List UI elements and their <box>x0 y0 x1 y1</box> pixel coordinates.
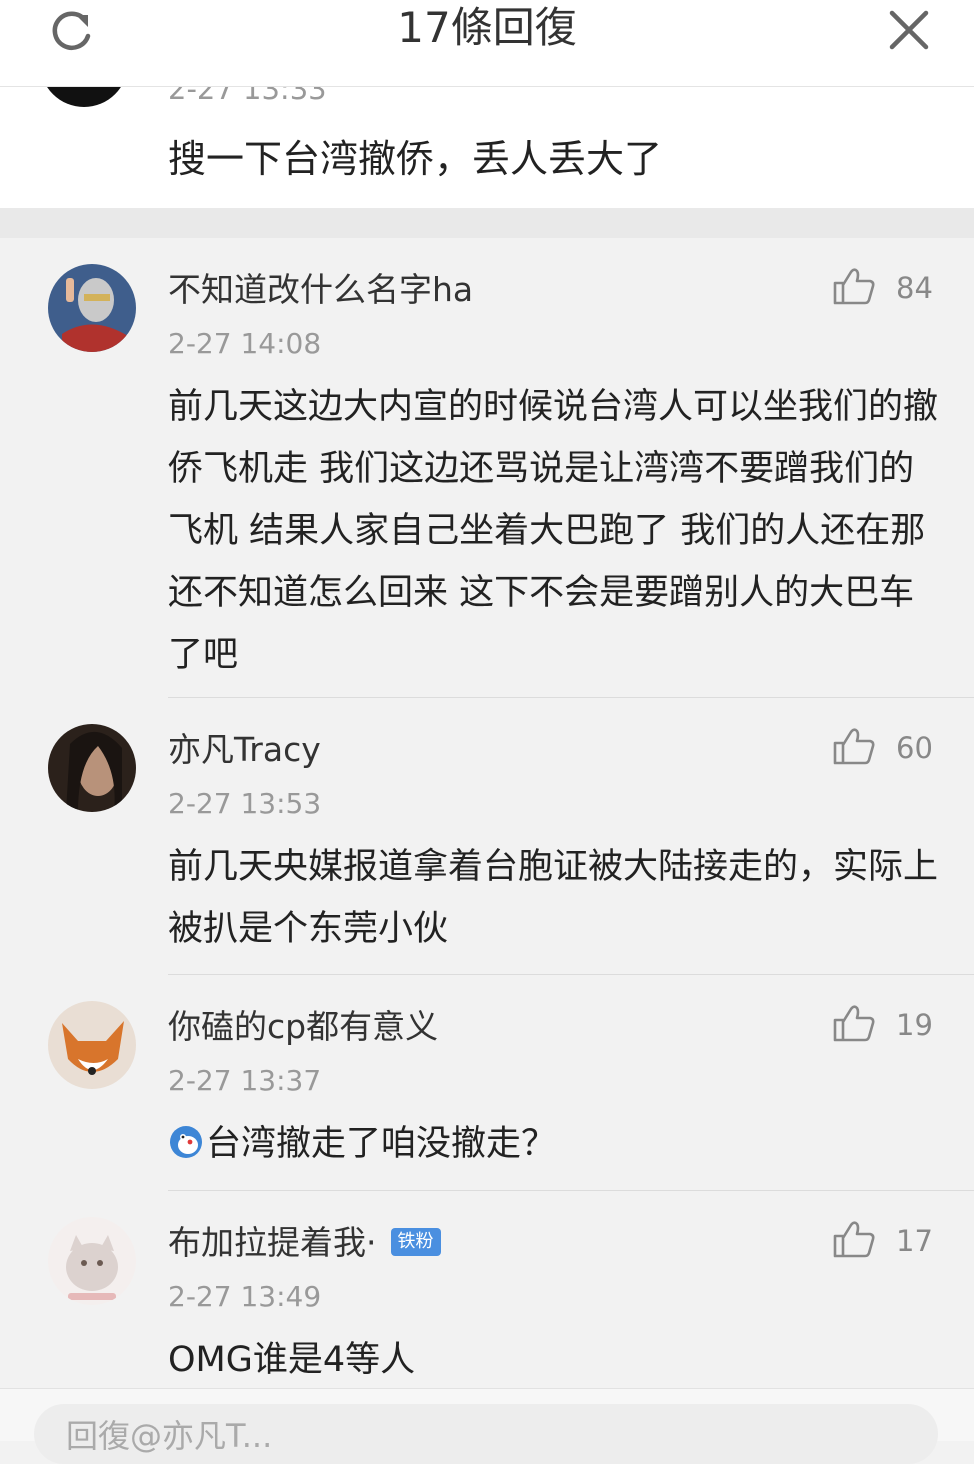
comment-text: 台湾撤走了咱没撤走？ <box>168 1113 938 1175</box>
header-bar: 17條回復 <box>0 0 974 87</box>
like-count: 19 <box>896 1008 933 1042</box>
thumbs-up-icon[interactable] <box>832 726 876 766</box>
comment-text: 前几天央媒报道拿着台胞证被大陆接走的，实际上被扒是个东莞小伙 <box>168 847 939 949</box>
username[interactable]: 亦凡Tracy <box>168 728 321 772</box>
username[interactable]: 你磕的cp都有意义 <box>168 1005 438 1049</box>
list-item[interactable]: 亦凡Tracy 60 2-27 13:53 前几天央媒报道拿着台胞证被大陆接走的… <box>0 698 974 975</box>
username[interactable]: 不知道改什么名字ha <box>168 268 473 312</box>
comment-time: 2-27 13:37 <box>168 1064 322 1097</box>
comment-time: 2-27 14:08 <box>168 327 322 360</box>
reply-placeholder: 回復@亦凡T... <box>66 1417 273 1455</box>
fan-badge: 铁粉 <box>390 1227 441 1256</box>
comment-time: 2-27 13:49 <box>168 1280 322 1313</box>
section-divider <box>0 208 974 238</box>
comment-text: 搜一下台湾撤侨，丢人丢大了 <box>168 137 663 181</box>
comment-time: 2-27 13:33 <box>168 87 327 106</box>
username[interactable]: 布加拉提着我· 铁粉 <box>168 1221 441 1265</box>
previous-comment: 2-27 13:33 搜一下台湾撤侨，丢人丢大了 <box>0 87 974 208</box>
close-icon[interactable] <box>888 10 930 50</box>
thumbs-up-icon[interactable] <box>832 1003 876 1043</box>
comment-text-body: 台湾撤走了咱没撤走？ <box>206 1124 557 1164</box>
avatar[interactable] <box>48 264 136 352</box>
list-item[interactable]: 你磕的cp都有意义 19 2-27 13:37 台湾撤走了咱没撤走？ <box>0 975 974 1191</box>
avatar[interactable] <box>48 1217 136 1305</box>
list-item[interactable]: 布加拉提着我· 铁粉 17 2-27 13:49 OMG谁是4等人 <box>0 1191 974 1388</box>
page-title: 17條回復 <box>397 3 577 52</box>
like-count: 17 <box>896 1224 933 1258</box>
avatar[interactable] <box>40 87 128 107</box>
list-item[interactable]: 不知道改什么名字ha 84 2-27 14:08 前几天这边大内宣的时候说台湾人… <box>0 238 974 698</box>
thumbs-up-icon[interactable] <box>832 266 876 306</box>
like-count: 60 <box>896 731 933 765</box>
like-count: 84 <box>896 271 933 305</box>
username-text: 布加拉提着我· <box>168 1223 377 1262</box>
comment-text: OMG谁是4等人 <box>168 1340 416 1380</box>
comment-time: 2-27 13:53 <box>168 787 322 820</box>
reply-input[interactable]: 回復@亦凡T... <box>34 1404 938 1464</box>
avatar[interactable] <box>48 1001 136 1089</box>
comment-text: 前几天这边大内宣的时候说台湾人可以坐我们的撤侨飞机走 我们这边还骂说是让湾湾不要… <box>168 387 939 675</box>
avatar[interactable] <box>48 724 136 812</box>
doge-emoji-icon <box>170 1126 202 1158</box>
thumbs-up-icon[interactable] <box>832 1219 876 1259</box>
